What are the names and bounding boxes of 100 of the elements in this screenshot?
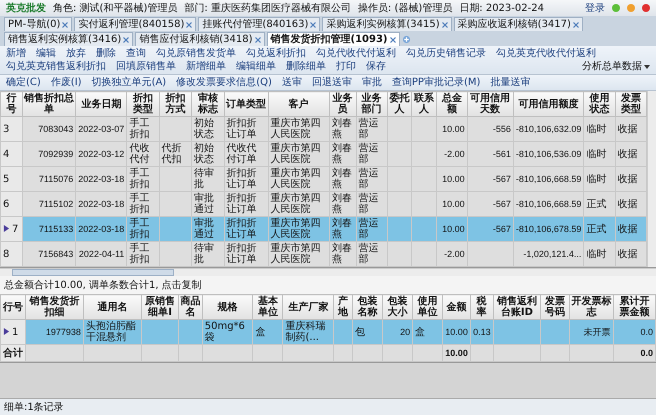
column-header[interactable]: 销售返利台账ID [493, 294, 541, 320]
toolbar-button[interactable]: 勾兑历史销售记录 [406, 47, 486, 60]
toolbar-button[interactable]: 修改发票要求信息(Q) [176, 76, 272, 89]
table-cell: -810,106,632.09 [513, 116, 584, 142]
table-cell: 2022-03-12 [76, 142, 127, 166]
table-cell: -810,106,668.59 [513, 192, 584, 216]
table-cell: 正式 [584, 216, 616, 242]
column-header[interactable]: 行号 [0, 92, 22, 116]
column-header[interactable]: 委托人 [387, 92, 412, 116]
column-header[interactable]: 业务员 [329, 92, 356, 116]
row-number-cell: 3 [0, 116, 22, 142]
toolbar-button[interactable]: 确定(C) [6, 76, 41, 89]
column-header[interactable]: 累计开票金额 [613, 294, 656, 320]
toolbar-button[interactable]: 编辑 [36, 47, 56, 60]
column-header[interactable]: 发票号码 [540, 294, 570, 320]
column-header[interactable]: 折扣方式 [159, 92, 192, 116]
table-cell: -810,106,668.59 [513, 166, 584, 192]
tab[interactable]: 挂账代付管理(840163) [198, 17, 320, 31]
toolbar-button[interactable]: 勾兑代收代付返利 [316, 47, 396, 60]
column-header[interactable]: 客户 [268, 92, 330, 116]
toolbar-button[interactable]: 查询 [126, 47, 146, 60]
column-header[interactable]: 发票类型 [615, 92, 646, 116]
total-cell [83, 344, 142, 362]
column-header[interactable]: 规格 [202, 294, 253, 320]
table-cell: -567 [467, 216, 514, 242]
column-header[interactable]: 使用状态 [584, 92, 616, 116]
toolbar-button[interactable]: 勾兑原销售发货单 [156, 47, 236, 60]
column-header[interactable]: 开发票标志 [570, 294, 614, 320]
horizontal-scrollbar[interactable] [0, 268, 656, 276]
department-label: 部门: 重庆医药集团医疗器械有限公司 [184, 2, 351, 15]
toolbar-button[interactable]: 回退送审 [312, 76, 352, 89]
toolbar-button[interactable]: 查询PP审批记录(M) [392, 76, 480, 89]
table-cell: -1,020,121.4... [513, 242, 584, 266]
column-header[interactable]: 金额 [442, 294, 470, 320]
dropdown-button[interactable]: 分析总单数据 [582, 60, 650, 73]
total-cell [142, 344, 178, 362]
tab[interactable]: 销售返利实例核算(3416) [4, 32, 134, 46]
column-header[interactable]: 联系人 [412, 92, 436, 116]
toolbar-button[interactable]: 保存 [366, 60, 386, 73]
toolbar-button[interactable]: 切换独立单元(A) [92, 76, 166, 89]
column-header[interactable]: 审核标志 [192, 92, 224, 116]
table-cell: 手工折扣 [126, 242, 160, 266]
column-header[interactable]: 业务部门 [356, 92, 388, 116]
column-header[interactable]: 行号 [0, 294, 26, 320]
tab[interactable]: 销售应付返利核销(3418) [135, 32, 265, 46]
column-header[interactable]: 商品名 [178, 294, 202, 320]
tab[interactable]: PM-导航(0) [4, 17, 72, 31]
column-header[interactable]: 基本单位 [252, 294, 283, 320]
toolbar-button[interactable]: 送审 [282, 76, 302, 89]
column-header[interactable]: 包装名称 [352, 294, 382, 320]
toolbar-button[interactable]: 删除细单 [286, 60, 326, 73]
column-header[interactable]: 业务日期 [76, 92, 127, 116]
toolbar-button[interactable]: 批量送审 [490, 76, 530, 89]
table-cell: 待审批 [192, 166, 224, 192]
column-header[interactable]: 原销售细单I [142, 294, 178, 320]
column-header[interactable]: 生产厂家 [282, 294, 334, 320]
tab[interactable]: 采购返利实例核算(3415) [322, 17, 452, 31]
total-cell [470, 344, 494, 362]
toolbar-button[interactable]: 打印 [336, 60, 356, 73]
table-cell: 盒 [412, 320, 443, 344]
toolbar-button[interactable]: 勾兑返利折扣 [246, 47, 306, 60]
scrollbar[interactable] [647, 91, 656, 267]
tab[interactable]: 销售发货折扣管理(1093) [266, 32, 400, 46]
column-header[interactable]: 产地 [334, 294, 352, 320]
login-button[interactable]: 登录 [585, 2, 605, 14]
column-header[interactable]: 包装大小 [382, 294, 413, 320]
toolbar-button[interactable]: 删除 [96, 47, 116, 60]
column-header[interactable]: 可用信用天数 [467, 92, 514, 116]
column-header[interactable]: 通用名 [83, 294, 142, 320]
tab[interactable]: 实付返利管理(840158) [74, 17, 196, 31]
toolbar-button[interactable]: 放弃 [66, 47, 86, 60]
toolbar-button[interactable]: 作废(I) [50, 76, 82, 89]
toolbar-button[interactable]: 新增细单 [186, 60, 226, 73]
total-label: 合计 [0, 344, 26, 362]
column-header[interactable]: 税率 [470, 294, 494, 320]
column-header[interactable]: 可用信用额度 [513, 92, 584, 116]
summary-text[interactable]: 总金额合计10.00, 调单条数合计1, 点击复制 [0, 276, 656, 294]
total-cell [382, 344, 413, 362]
column-header[interactable]: 使用单位 [412, 294, 443, 320]
table-cell: 7115102 [22, 192, 76, 216]
row-number-cell: 4 [0, 142, 22, 166]
column-header[interactable]: 折扣类型 [126, 92, 160, 116]
toolbar-button[interactable]: 勾兑英克代收代付返利 [496, 47, 596, 60]
column-header[interactable]: 订单类型 [224, 92, 268, 116]
toolbar-button[interactable]: 新增 [6, 47, 26, 60]
toolbar-button[interactable]: 编辑细单 [236, 60, 276, 73]
operator-label: 操作员: (器械)管理员 [358, 2, 452, 15]
add-tab-icon[interactable] [402, 34, 411, 44]
column-header[interactable]: 总金额 [436, 92, 468, 116]
table-cell: 代收代付 [126, 142, 160, 166]
column-header[interactable]: 销售折扣总单 [22, 92, 76, 116]
toolbar-button[interactable]: 勾兑英克销售返利折扣 [6, 60, 106, 73]
table-cell: 审批通过 [192, 192, 224, 216]
total-cell [540, 344, 570, 362]
tab[interactable]: 采购应收返利核销(3417) [454, 17, 583, 31]
toolbar-button[interactable]: 审批 [362, 76, 382, 89]
table-cell: 头孢泊肟酯干混悬剂 [83, 320, 142, 344]
column-header[interactable]: 销售发货折扣细 [26, 294, 84, 320]
total-cell [352, 344, 382, 362]
toolbar-button[interactable]: 回填原销售单 [116, 60, 176, 73]
